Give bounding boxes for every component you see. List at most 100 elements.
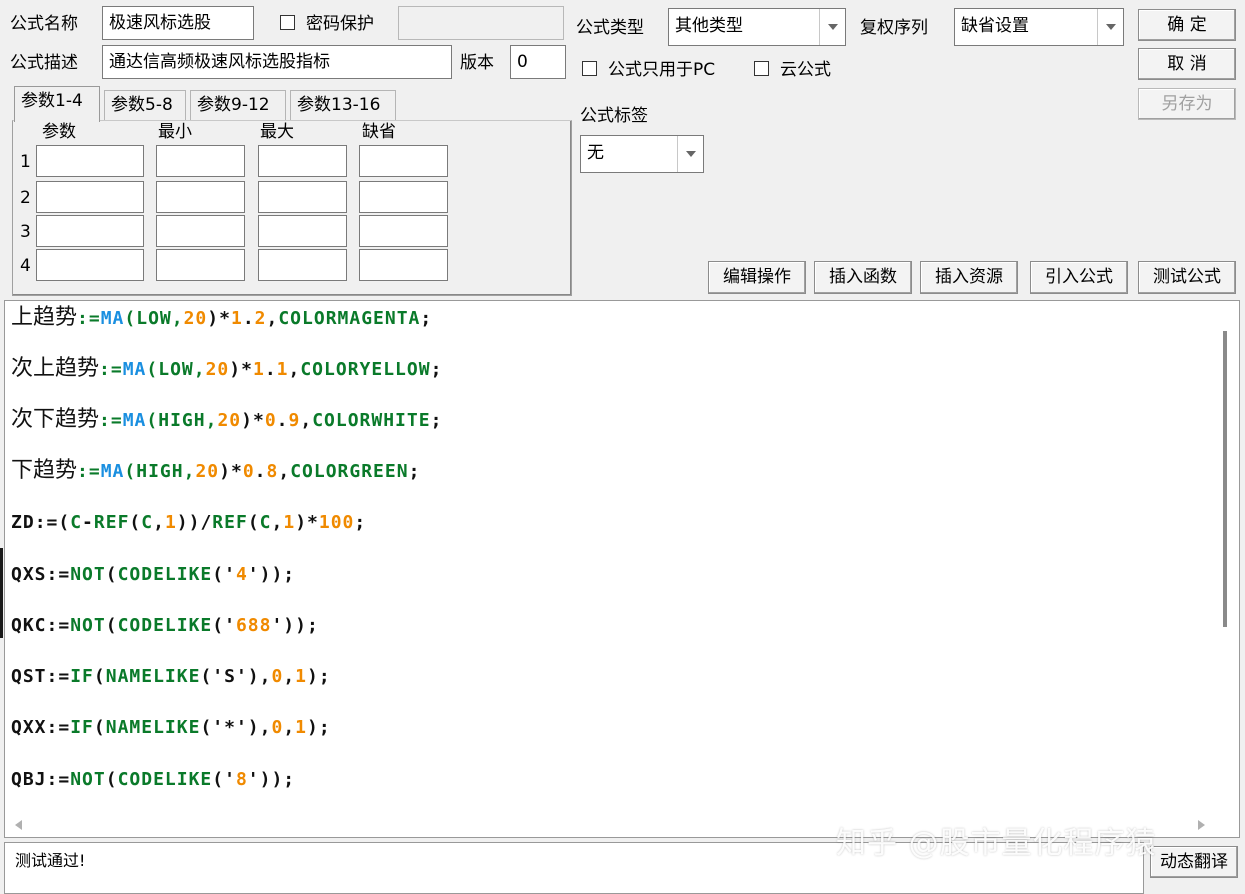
code-token: REF	[93, 512, 130, 533]
code-token: ;	[430, 359, 443, 380]
param-min-cell[interactable]	[156, 181, 245, 213]
param-name-cell[interactable]	[36, 145, 144, 177]
code-token: 688	[235, 615, 272, 636]
code-token: .	[254, 461, 267, 482]
import-formula-button[interactable]: 引入公式	[1030, 261, 1128, 294]
code-token: ,	[205, 410, 218, 431]
code-token: (	[105, 615, 118, 636]
code-line[interactable]: QKC:=NOT(CODELIKE('688'));	[11, 611, 319, 641]
version-field[interactable]: 0	[510, 45, 566, 79]
window-edge-strip	[0, 548, 3, 638]
param-min-cell[interactable]	[156, 249, 245, 281]
param-default-cell[interactable]	[359, 181, 448, 213]
max-col-header: 最大	[260, 122, 294, 142]
code-token: :=	[46, 769, 71, 790]
param-col-header: 参数	[42, 122, 76, 142]
formula-name-label: 公式名称	[10, 14, 78, 34]
param-name-cell[interactable]	[36, 249, 144, 281]
insert-function-button[interactable]: 插入函数	[814, 261, 912, 294]
code-token: MA	[122, 410, 147, 431]
code-token: 0	[242, 461, 255, 482]
tab-params-1-4[interactable]: 参数1-4	[14, 86, 100, 122]
vertical-scrollbar[interactable]	[1223, 331, 1227, 627]
code-token: 2	[254, 308, 267, 329]
formula-tag-label: 公式标签	[580, 106, 648, 126]
pc-only-checkbox[interactable]	[582, 61, 597, 76]
param-row-number: 1	[20, 152, 31, 172]
code-line[interactable]: 上趋势:=MA(LOW,20)*1.2,COLORMAGENTA;	[11, 303, 432, 334]
code-token: 8	[235, 769, 248, 790]
code-token: ZD	[11, 512, 35, 533]
param-name-cell[interactable]	[36, 215, 144, 247]
code-token: NOT	[70, 769, 106, 790]
chevron-down-icon	[819, 9, 845, 45]
code-line[interactable]: QXS:=NOT(CODELIKE('4'));	[11, 560, 295, 590]
ok-button[interactable]: 确 定	[1138, 9, 1236, 41]
code-line[interactable]: QST:=IF(NAMELIKE('S'),0,1);	[11, 662, 331, 692]
formula-name-field[interactable]: 极速风标选股	[102, 6, 254, 40]
code-token: (	[124, 308, 137, 329]
code-line[interactable]: 下趋势:=MA(HIGH,20)*0.8,COLORGREEN;	[11, 456, 420, 487]
edit-ops-button[interactable]: 编辑操作	[708, 261, 806, 294]
code-token: 1	[164, 512, 177, 533]
param-default-cell[interactable]	[359, 249, 448, 281]
code-token: ('	[212, 615, 236, 636]
code-token: :=	[77, 308, 101, 329]
tab-params-9-12[interactable]: 参数9-12	[190, 90, 286, 120]
password-protect-checkbox[interactable]	[280, 15, 295, 30]
code-token: :=	[46, 666, 71, 687]
code-line[interactable]: ZD:=(C-REF(C,1))/REF(C,1)*100;	[11, 508, 366, 538]
test-formula-button[interactable]: 测试公式	[1138, 261, 1236, 294]
param-min-cell[interactable]	[156, 215, 245, 247]
scroll-right-icon[interactable]	[1198, 820, 1205, 830]
param-name-cell[interactable]	[36, 181, 144, 213]
code-token: HIGH	[158, 410, 206, 431]
formula-type-value: 其他类型	[675, 16, 743, 36]
param-default-cell[interactable]	[359, 145, 448, 177]
code-token: ;	[430, 410, 443, 431]
code-token: COLORMAGENTA	[278, 308, 421, 329]
param-row-number: 2	[20, 188, 31, 208]
code-token: NAMELIKE	[105, 717, 201, 738]
code-token: ;	[408, 461, 421, 482]
formula-type-select[interactable]: 其他类型	[668, 8, 846, 46]
formula-code-editor[interactable]: 上趋势:=MA(LOW,20)*1.2,COLORMAGENTA; 次上趋势:=M…	[4, 300, 1240, 838]
param-row-number: 4	[20, 256, 31, 276]
code-token: MA	[100, 308, 125, 329]
code-token: 8	[266, 461, 279, 482]
code-token: ,	[171, 308, 184, 329]
cloud-formula-checkbox[interactable]	[754, 61, 769, 76]
save-as-button[interactable]: 另存为	[1138, 88, 1236, 120]
code-line[interactable]: QXX:=IF(NAMELIKE('*'),0,1);	[11, 713, 331, 743]
code-token: (	[105, 564, 118, 585]
formula-tag-select[interactable]: 无	[580, 135, 704, 173]
dynamic-translate-button[interactable]: 动态翻译	[1150, 846, 1238, 878]
tab-params-5-8[interactable]: 参数5-8	[104, 90, 186, 120]
param-max-cell[interactable]	[258, 215, 347, 247]
rights-select[interactable]: 缺省设置	[954, 8, 1124, 46]
code-line[interactable]: 次上趋势:=MA(LOW,20)*1.1,COLORYELLOW;	[11, 354, 442, 385]
formula-desc-field[interactable]: 通达信高频极速风标选股指标	[102, 45, 452, 79]
code-token: 0	[271, 717, 284, 738]
tab-params-13-16[interactable]: 参数13-16	[290, 90, 396, 120]
code-token: C	[70, 512, 83, 533]
code-token: 20	[195, 461, 220, 482]
code-token: ,	[266, 308, 279, 329]
insert-resource-button[interactable]: 插入资源	[920, 261, 1018, 294]
param-max-cell[interactable]	[258, 181, 347, 213]
code-token: NAMELIKE	[105, 666, 201, 687]
min-col-header: 最小	[158, 122, 192, 142]
code-token: 20	[205, 359, 230, 380]
param-row-number: 3	[20, 222, 31, 242]
param-max-cell[interactable]	[258, 145, 347, 177]
param-max-cell[interactable]	[258, 249, 347, 281]
code-line[interactable]: QBJ:=NOT(CODELIKE('8'));	[11, 765, 295, 795]
code-line[interactable]: 次下趋势:=MA(HIGH,20)*0.9,COLORWHITE;	[11, 405, 442, 436]
cancel-button[interactable]: 取 消	[1138, 48, 1236, 80]
param-default-cell[interactable]	[359, 215, 448, 247]
code-token: (	[247, 512, 260, 533]
code-token: :=	[46, 615, 71, 636]
code-token: (	[93, 666, 106, 687]
scroll-left-icon[interactable]	[15, 820, 22, 830]
param-min-cell[interactable]	[156, 145, 245, 177]
